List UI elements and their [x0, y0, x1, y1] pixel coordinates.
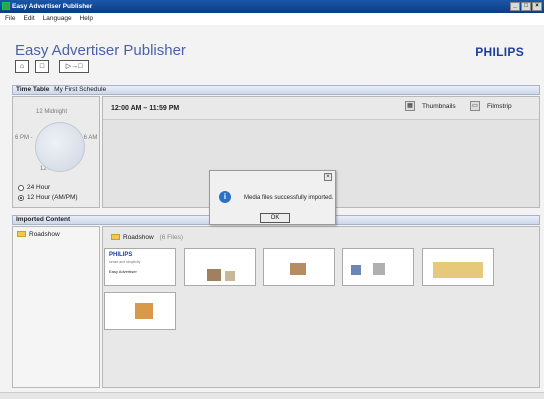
folder-icon — [111, 234, 120, 241]
tree-item-roadshow[interactable]: Roadshow — [17, 231, 60, 238]
philips-logo: PHILIPS — [475, 45, 524, 59]
transfer-button[interactable]: ▷→□ — [59, 60, 89, 73]
title-bar: Easy Advertiser Publisher _ □ × — [0, 0, 544, 13]
thumbnail-5[interactable] — [422, 248, 494, 286]
app-icon — [2, 2, 10, 10]
clock-left-label: 6 PM - — [15, 135, 33, 141]
timetable-header: Time Table My First Schedule — [12, 85, 540, 95]
slide-brand: PHILIPS — [109, 252, 133, 258]
radio-24hour-label: 24 Hour — [27, 184, 51, 191]
filmstrip-label[interactable]: Filmstrip — [487, 103, 512, 110]
radio-12hour[interactable] — [18, 195, 24, 201]
maximize-button[interactable]: □ — [521, 2, 531, 11]
info-icon: i — [219, 191, 231, 203]
clock-dial[interactable] — [35, 122, 85, 172]
ok-button[interactable]: OK — [260, 213, 290, 223]
thumbnail-2[interactable] — [184, 248, 256, 286]
open-folder-icon: ⌂ — [19, 63, 25, 70]
folder-icon — [17, 231, 26, 238]
folder-breadcrumb[interactable]: Roadshow (6 Files) — [111, 234, 183, 241]
thumbnail-6[interactable] — [104, 292, 176, 330]
open-folder-button[interactable]: ⌂ — [15, 60, 29, 73]
tree-item-label: Roadshow — [29, 231, 60, 238]
menu-bar: File Edit Language Help — [0, 13, 544, 25]
thumbnail-4[interactable] — [342, 248, 414, 286]
thumbnails-icon[interactable]: ▦ — [405, 101, 415, 111]
status-bar — [0, 392, 544, 399]
new-file-icon: □ — [39, 63, 45, 70]
transfer-icon: ▷→□ — [65, 63, 83, 70]
menu-edit[interactable]: Edit — [23, 13, 34, 25]
timetable-title: Time Table — [16, 86, 50, 93]
radio-12hour-label: 12 Hour (AM/PM) — [27, 194, 78, 201]
slide-image — [290, 263, 306, 275]
slide-image — [135, 303, 153, 319]
slide-image — [207, 269, 221, 281]
dialog-close-button[interactable]: × — [324, 173, 332, 181]
schedule-name: My First Schedule — [54, 86, 107, 93]
menu-file[interactable]: File — [5, 13, 15, 25]
thumbnail-1[interactable]: PHILIPS sense and simplicity Easy Advert… — [104, 248, 176, 286]
thumbnail-3[interactable] — [263, 248, 335, 286]
filmstrip-icon[interactable]: ▭ — [470, 101, 480, 111]
import-success-dialog: × i Media files successfully imported. O… — [209, 170, 336, 225]
slide-image — [433, 262, 483, 278]
new-file-button[interactable]: □ — [35, 60, 49, 73]
menu-language[interactable]: Language — [43, 13, 72, 25]
slide-image — [225, 271, 235, 281]
window-title: Easy Advertiser Publisher — [12, 3, 93, 10]
menu-help[interactable]: Help — [80, 13, 93, 25]
folder-name: Roadshow — [123, 234, 154, 241]
time-range: 12:00 AM – 11:59 PM — [111, 105, 180, 112]
slide-image — [373, 263, 385, 275]
app-title: Easy Advertiser Publisher — [15, 42, 186, 59]
slide-image — [351, 265, 361, 275]
slide-title: Easy Advertiser — [109, 269, 137, 274]
app-window: Easy Advertiser Publisher _ □ × File Edi… — [0, 0, 544, 399]
file-count: (6 Files) — [159, 234, 184, 241]
imported-title: Imported Content — [16, 216, 71, 223]
minimize-button[interactable]: _ — [510, 2, 520, 11]
slide-tagline: sense and simplicity — [109, 260, 141, 264]
clock-top-label: 12 Midnight — [36, 109, 68, 115]
close-button[interactable]: × — [532, 2, 542, 11]
radio-24hour[interactable] — [18, 185, 24, 191]
dialog-message: Media files successfully imported. — [244, 195, 334, 201]
content-tree: Roadshow — [12, 226, 100, 388]
thumbnails-label[interactable]: Thumbnails — [422, 103, 456, 110]
